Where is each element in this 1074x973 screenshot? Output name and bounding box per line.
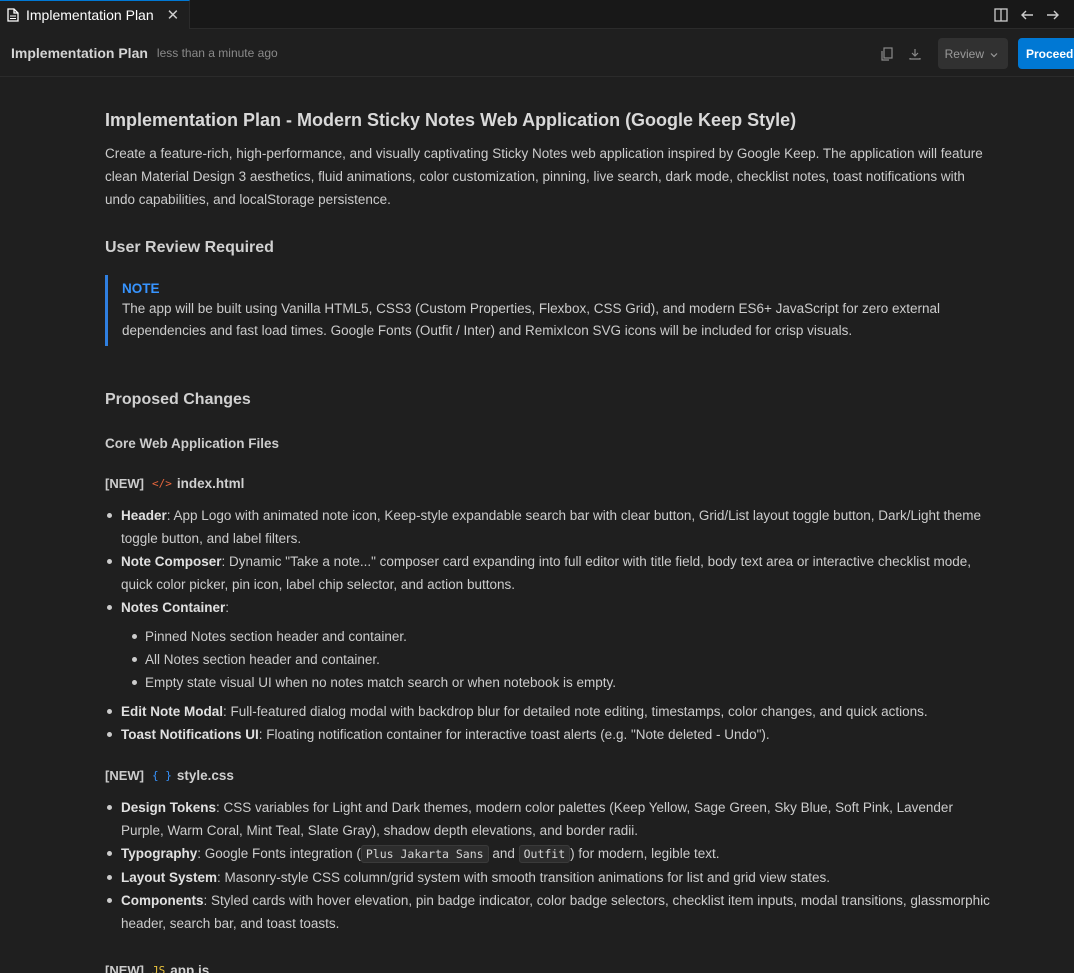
tab-implementation-plan[interactable]: Implementation Plan ✕	[0, 0, 191, 29]
file-heading-index-html: [NEW] </> index.html	[105, 474, 990, 494]
list-item: Toast Notifications UI: Floating notific…	[105, 723, 990, 746]
header-actions: Review Proceed	[878, 38, 1074, 69]
note-label: NOTE	[122, 281, 160, 296]
plan-header: Implementation Plan less than a minute a…	[0, 29, 1074, 77]
core-files-heading: Core Web Application Files	[105, 436, 280, 451]
css-file-icon: { }	[152, 769, 172, 782]
plan-title: Implementation Plan	[11, 44, 148, 61]
plan-document: Implementation Plan - Modern Sticky Note…	[0, 108, 990, 973]
index-html-list: Header: App Logo with animated note icon…	[105, 504, 990, 619]
style-css-list: Design Tokens: CSS variables for Light a…	[105, 796, 990, 935]
inline-code: Outfit	[518, 845, 571, 863]
html-file-icon: </>	[152, 477, 172, 490]
chevron-down-icon	[990, 47, 998, 61]
split-editor-icon[interactable]	[994, 7, 1008, 22]
tab-actions	[994, 0, 1060, 29]
review-label: Review	[944, 46, 984, 61]
intro-paragraph: Create a feature-rich, high-performance,…	[105, 146, 983, 207]
note-callout: NOTE The app will be built using Vanilla…	[105, 275, 990, 346]
close-icon[interactable]: ✕	[167, 8, 180, 23]
list-item: Empty state visual UI when no notes matc…	[105, 671, 990, 694]
copy-icon[interactable]	[878, 45, 896, 63]
file-heading-app-js: [NEW] JS app.js	[105, 961, 990, 973]
list-item: Design Tokens: CSS variables for Light a…	[105, 796, 990, 842]
forward-arrow-icon[interactable]	[1046, 8, 1060, 22]
index-html-list-continued: Edit Note Modal: Full-featured dialog mo…	[105, 700, 990, 746]
new-tag: [NEW]	[105, 963, 144, 973]
proceed-label: Proceed	[1026, 46, 1074, 61]
list-item: Header: App Logo with animated note icon…	[105, 504, 990, 550]
notes-container-sublist: Pinned Notes section header and containe…	[105, 625, 990, 694]
editor-tab-bar: Implementation Plan ✕	[0, 0, 1074, 29]
review-heading: User Review Required	[105, 239, 274, 256]
note-text: The app will be built using Vanilla HTML…	[122, 301, 940, 338]
js-file-icon: JS	[152, 964, 166, 973]
inline-code: Plus Jakarta Sans	[360, 845, 489, 863]
plan-timestamp: less than a minute ago	[156, 45, 278, 60]
download-icon[interactable]	[906, 45, 924, 63]
list-item: Pinned Notes section header and containe…	[105, 625, 990, 648]
new-tag: [NEW]	[105, 476, 144, 491]
review-button[interactable]: Review	[937, 38, 1008, 69]
list-item: Components: Styled cards with hover elev…	[105, 889, 990, 935]
list-item: Typography: Google Fonts integration (Pl…	[105, 842, 990, 866]
back-arrow-icon[interactable]	[1020, 8, 1034, 22]
proceed-button[interactable]: Proceed	[1018, 38, 1074, 69]
changes-heading: Proposed Changes	[105, 391, 251, 408]
document-icon	[7, 8, 19, 22]
list-item: Edit Note Modal: Full-featured dialog mo…	[105, 700, 990, 723]
file-link-style-css[interactable]: style.css	[177, 766, 234, 786]
file-heading-style-css: [NEW] { } style.css	[105, 766, 990, 786]
new-tag: [NEW]	[105, 768, 144, 783]
file-link-index-html[interactable]: index.html	[177, 474, 245, 494]
list-item: All Notes section header and container.	[105, 648, 990, 671]
document-title: Implementation Plan - Modern Sticky Note…	[105, 110, 797, 130]
tab-label: Implementation Plan	[26, 7, 154, 23]
list-item: Notes Container:	[105, 596, 990, 619]
file-link-app-js[interactable]: app.js	[170, 961, 209, 973]
list-item: Note Composer: Dynamic "Take a note..." …	[105, 550, 990, 596]
list-item: Layout System: Masonry-style CSS column/…	[105, 866, 990, 889]
